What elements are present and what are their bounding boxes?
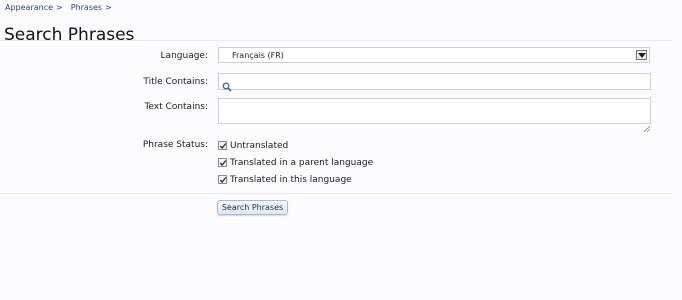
title-contains-label: Title Contains: bbox=[143, 77, 208, 87]
checkbox-label: Translated in a parent language bbox=[230, 157, 374, 168]
checkbox[interactable] bbox=[218, 158, 227, 167]
breadcrumb-link[interactable]: Phrases bbox=[71, 3, 102, 12]
breadcrumb-item-phrases[interactable]: Phrases > bbox=[71, 3, 112, 12]
language-select-value: Français (FR) bbox=[232, 51, 284, 60]
breadcrumb-separator: > bbox=[105, 3, 112, 12]
status-option-this-language[interactable]: Translated in this language bbox=[218, 171, 373, 188]
breadcrumb-item-appearance[interactable]: Appearance > bbox=[5, 3, 63, 12]
phrase-status-options: Untranslated Translated in a parent lang… bbox=[218, 137, 373, 188]
language-label: Language: bbox=[160, 51, 208, 61]
phrase-status-label: Phrase Status: bbox=[142, 140, 208, 150]
breadcrumb-link[interactable]: Appearance bbox=[5, 3, 53, 12]
page-title: Search Phrases bbox=[4, 25, 135, 46]
checkbox-label: Untranslated bbox=[230, 140, 289, 151]
checkbox-label: Translated in this language bbox=[230, 174, 352, 185]
title-divider bbox=[0, 40, 672, 41]
breadcrumb: Appearance > Phrases > bbox=[5, 3, 112, 12]
title-contains-input[interactable] bbox=[235, 74, 645, 89]
text-contains-label: Text Contains: bbox=[144, 102, 208, 112]
status-option-untranslated[interactable]: Untranslated bbox=[218, 137, 373, 154]
status-option-parent-language[interactable]: Translated in a parent language bbox=[218, 154, 373, 171]
dropdown-arrow-icon[interactable] bbox=[636, 50, 647, 60]
text-contains-textarea[interactable] bbox=[218, 98, 651, 124]
search-icon bbox=[222, 77, 232, 96]
checkbox[interactable] bbox=[218, 175, 227, 184]
breadcrumb-separator: > bbox=[56, 3, 63, 12]
checkbox[interactable] bbox=[218, 141, 227, 150]
resize-grip-icon[interactable] bbox=[643, 117, 651, 136]
form-divider bbox=[0, 193, 672, 194]
language-select[interactable]: Français (FR) bbox=[218, 47, 650, 63]
search-phrases-button[interactable]: Search Phrases bbox=[217, 200, 288, 215]
title-contains-field[interactable] bbox=[218, 73, 651, 92]
